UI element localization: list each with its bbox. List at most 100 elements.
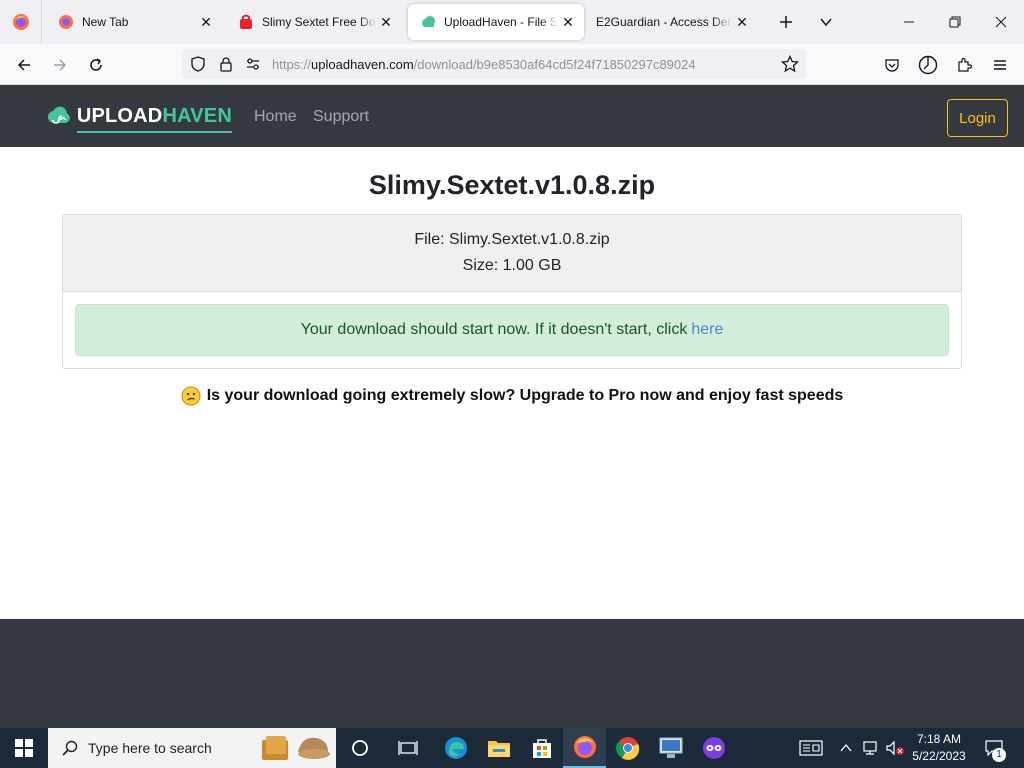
app-menu-button[interactable]: [987, 52, 1013, 78]
reload-icon: [90, 58, 102, 71]
navigation-toolbar: https://uploadhaven.com/download/b9e8530…: [0, 44, 1024, 85]
arrow-right-icon: [54, 59, 67, 71]
firefox-view-button[interactable]: [0, 0, 42, 44]
mask-app-icon: [702, 737, 725, 759]
network-status-button[interactable]: [860, 728, 882, 768]
chevron-up-icon: [840, 743, 852, 752]
list-all-tabs-button[interactable]: [814, 10, 838, 34]
file-name-line: File: Slimy.Sextet.v1.0.8.zip: [414, 231, 610, 248]
url-host: uploadhaven.com: [311, 57, 414, 72]
cloud-logo-icon: [47, 106, 70, 124]
shield-icon[interactable]: [190, 56, 206, 72]
search-icon: [62, 740, 78, 756]
pocket-button[interactable]: [879, 52, 905, 78]
windows-taskbar: Type here to search 7:18 AM 5/22/2023 1: [0, 728, 1024, 768]
edge-icon: [444, 737, 467, 759]
nav-home-link[interactable]: Home: [254, 108, 297, 126]
page-title: Slimy.Sextet.v1.0.8.zip: [368, 170, 656, 200]
taskbar-file-explorer[interactable]: [477, 728, 520, 768]
notification-count-badge: 1: [992, 748, 1006, 762]
minimize-icon: [904, 21, 914, 23]
cortana-button[interactable]: [338, 728, 381, 768]
download-here-link[interactable]: here: [691, 321, 723, 339]
firefox-icon: [12, 14, 29, 30]
address-bar[interactable]: https://uploadhaven.com/download/b9e8530…: [182, 49, 806, 79]
taskbar-remote-desktop[interactable]: [649, 728, 692, 768]
minimize-button[interactable]: [886, 0, 932, 44]
upgrade-promo-text: Is your download going extremely slow? U…: [206, 387, 844, 404]
firefox-icon: [573, 736, 596, 758]
hamburger-menu-icon: [994, 60, 1006, 70]
url-scheme: https://: [272, 57, 312, 72]
pocket-icon: [885, 59, 899, 72]
taskbar-firefox[interactable]: [563, 728, 606, 768]
tab-slimy-sextet[interactable]: Slimy Sextet Free Down ✕: [226, 4, 402, 40]
tab-uploadhaven[interactable]: UploadHaven - File Sh ✕: [408, 4, 584, 40]
taskbar-app-mask[interactable]: [692, 728, 735, 768]
file-info-card: File: Slimy.Sextet.v1.0.8.zip Size: 1.00…: [62, 214, 962, 369]
store-bag-icon: [532, 739, 551, 758]
volume-button[interactable]: [884, 728, 906, 768]
search-highlight-illustration-icon: [262, 736, 330, 760]
task-view-icon: [397, 741, 418, 755]
close-tab-icon[interactable]: ✕: [196, 12, 216, 32]
url-text[interactable]: https://uploadhaven.com/download/b9e8530…: [272, 57, 696, 72]
folder-icon: [487, 741, 510, 757]
lock-icon[interactable]: [218, 56, 234, 72]
taskbar-edge[interactable]: [434, 728, 477, 768]
new-tab-button[interactable]: [774, 10, 798, 34]
show-hidden-icons-button[interactable]: [836, 728, 856, 768]
clock-date: 5/22/2023: [912, 749, 966, 763]
bookmark-star-icon[interactable]: [781, 55, 799, 73]
news-icon: [799, 740, 823, 756]
file-info-header: File: Slimy.Sextet.v1.0.8.zip Size: 1.00…: [63, 215, 961, 292]
close-window-button[interactable]: [978, 0, 1024, 44]
volume-muted-icon: [886, 740, 904, 756]
tab-new-tab[interactable]: New Tab ✕: [46, 4, 222, 40]
puzzle-icon: [958, 57, 972, 72]
account-button[interactable]: [915, 52, 941, 78]
file-size-line: Size: 1.00 GB: [462, 257, 562, 274]
logo-text-haven: HAVEN: [162, 104, 232, 127]
network-icon: [863, 741, 877, 755]
forward-button[interactable]: [47, 52, 73, 78]
news-widget-button[interactable]: [796, 728, 826, 768]
arrow-left-icon: [17, 59, 30, 71]
firefox-icon: [59, 15, 73, 29]
task-view-button[interactable]: [386, 728, 429, 768]
logo-text-upload: UPLOAD: [76, 104, 163, 127]
tab-title: New Tab: [82, 15, 129, 29]
uploadhaven-logo[interactable]: UPLOADHAVEN: [46, 94, 233, 138]
chrome-icon: [615, 737, 639, 760]
uploadhaven-cloud-icon: [422, 16, 435, 27]
site-header: UPLOADHAVEN: [0, 85, 1024, 147]
start-button[interactable]: [2, 728, 45, 768]
permissions-icon[interactable]: [245, 56, 261, 72]
close-tab-icon[interactable]: ✕: [376, 12, 396, 32]
action-center-button[interactable]: 1: [980, 728, 1008, 768]
taskbar-search-box[interactable]: Type here to search: [48, 728, 336, 768]
taskbar-search-placeholder: Type here to search: [88, 740, 212, 756]
download-alert: Your download should start now. If it do…: [75, 304, 949, 356]
restore-icon: [949, 16, 961, 28]
chevron-down-icon: [820, 18, 832, 27]
nav-support-link[interactable]: Support: [313, 108, 369, 126]
tab-e2guardian[interactable]: E2Guardian - Access Denie ✕: [588, 4, 758, 40]
taskbar-clock[interactable]: 7:18 AM 5/22/2023: [906, 731, 972, 765]
account-icon: [918, 55, 938, 75]
extensions-button[interactable]: [951, 52, 977, 78]
back-button[interactable]: [11, 52, 37, 78]
close-tab-icon[interactable]: ✕: [558, 12, 578, 32]
taskbar-microsoft-store[interactable]: [520, 728, 563, 768]
plus-icon: [780, 16, 792, 28]
url-path: /download/b9e8530af64cd5f24f71850297c890…: [413, 57, 696, 72]
taskbar-chrome[interactable]: [606, 728, 649, 768]
login-button[interactable]: Login: [947, 99, 1008, 137]
restore-button[interactable]: [932, 0, 978, 44]
close-icon: [995, 16, 1007, 28]
site-footer: [0, 619, 1024, 728]
upgrade-promo[interactable]: Is your download going extremely slow? U…: [0, 386, 1024, 406]
tab-title: Slimy Sextet Free Down: [262, 15, 376, 29]
close-tab-icon[interactable]: ✕: [732, 12, 752, 32]
reload-button[interactable]: [83, 52, 109, 78]
